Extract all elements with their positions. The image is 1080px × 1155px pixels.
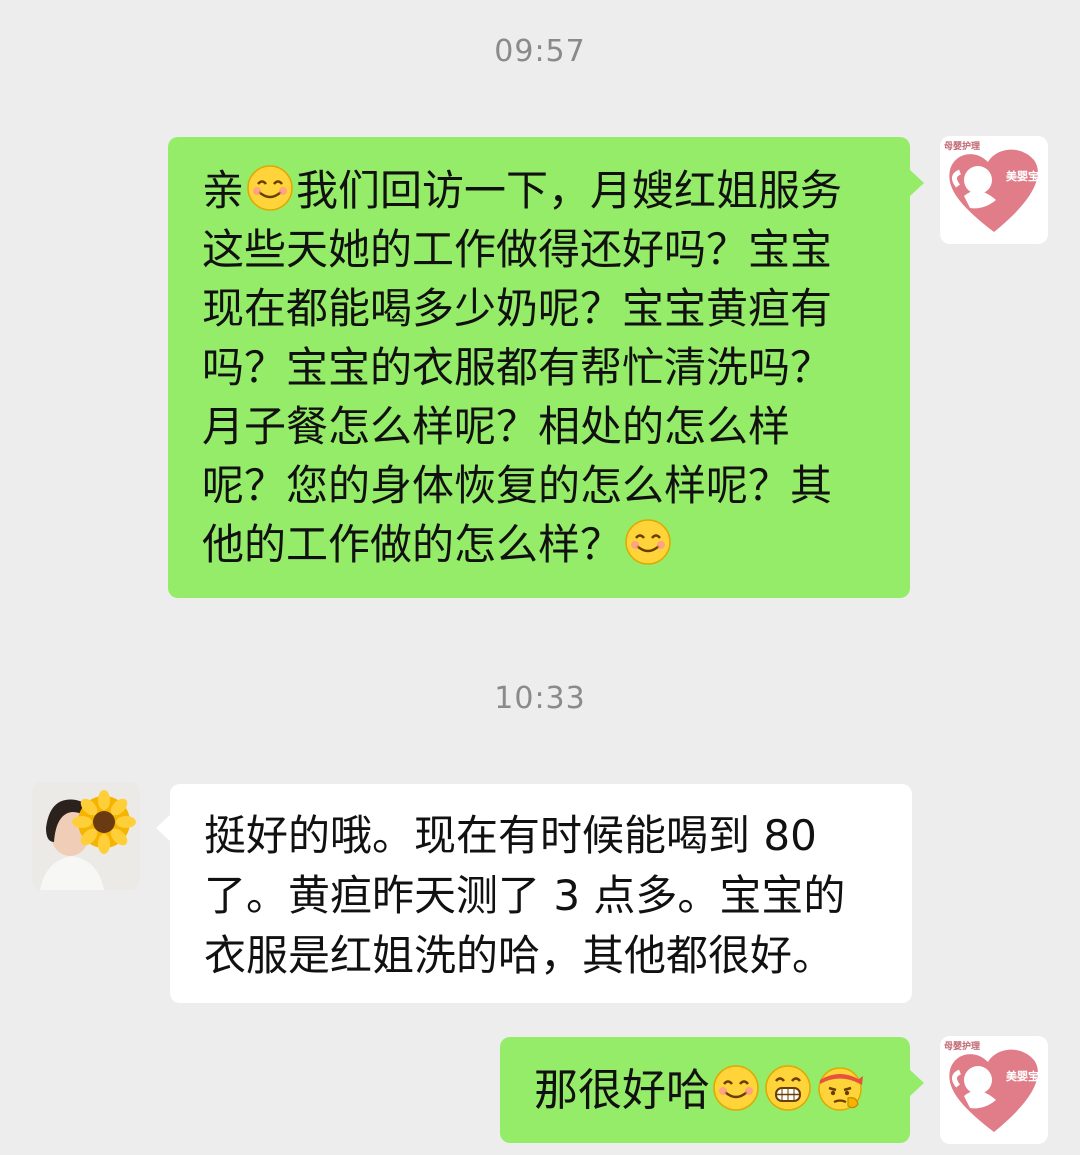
- message-line: 吗？宝宝的衣服都有帮忙清洗吗？: [202, 343, 833, 392]
- message-line: 了。黄疸昨天测了 3 点多。宝宝的: [204, 871, 846, 920]
- contact-avatar[interactable]: [32, 782, 140, 890]
- self-avatar[interactable]: 母婴护理 美婴宝贝: [940, 1036, 1048, 1144]
- avatar-heart-text: 美婴宝贝: [1006, 169, 1048, 183]
- smile-emoji-icon: [247, 165, 293, 211]
- message-line: 呢？您的身体恢复的怎么样呢？其: [202, 461, 833, 510]
- message-line: 挺好的哦。现在有时候能喝到 80: [204, 811, 817, 860]
- message-line: 现在都能喝多少奶呢？宝宝黄疸有: [202, 284, 833, 333]
- determined-emoji-icon: [818, 1067, 863, 1111]
- outgoing-message-bubble[interactable]: 那很好哈: [500, 1037, 924, 1143]
- grin-emoji-icon: [765, 1065, 811, 1111]
- avatar-logo-caption: 母婴护理: [944, 1042, 981, 1052]
- avatar-logo-caption: 母婴护理: [944, 142, 981, 152]
- heart-logo-icon: 美婴宝贝: [949, 149, 1048, 232]
- incoming-message-bubble[interactable]: 挺好的哦。现在有时候能喝到 80 了。黄疸昨天测了 3 点多。宝宝的 衣服是红姐…: [156, 784, 912, 1003]
- message-line: 这些天她的工作做得还好吗？宝宝: [202, 225, 833, 274]
- message-line: 月子餐怎么样呢？相处的怎么样: [202, 402, 791, 451]
- timestamp: 10:33: [494, 681, 586, 716]
- self-avatar[interactable]: 母婴护理 美婴宝贝: [940, 136, 1048, 244]
- message-line: 他的工作做的怎么样？: [202, 515, 910, 574]
- timestamp: 09:57: [494, 34, 586, 69]
- smile-emoji-icon: [713, 1065, 759, 1111]
- contact-photo: [32, 782, 140, 890]
- message-line: 亲我们回访一下，月嫂红姐服务: [202, 165, 843, 215]
- heart-logo-icon: 美婴宝贝: [949, 1049, 1048, 1132]
- message-line: 衣服是红姐洗的哈，其他都很好。: [204, 931, 835, 980]
- message-line: 那很好哈: [534, 1061, 910, 1120]
- avatar-heart-text: 美婴宝贝: [1006, 1069, 1048, 1083]
- outgoing-message-bubble[interactable]: 亲我们回访一下，月嫂红姐服务 这些天她的工作做得还好吗？宝宝 现在都能喝多少奶呢…: [168, 137, 924, 598]
- smile-emoji-icon: [625, 519, 671, 565]
